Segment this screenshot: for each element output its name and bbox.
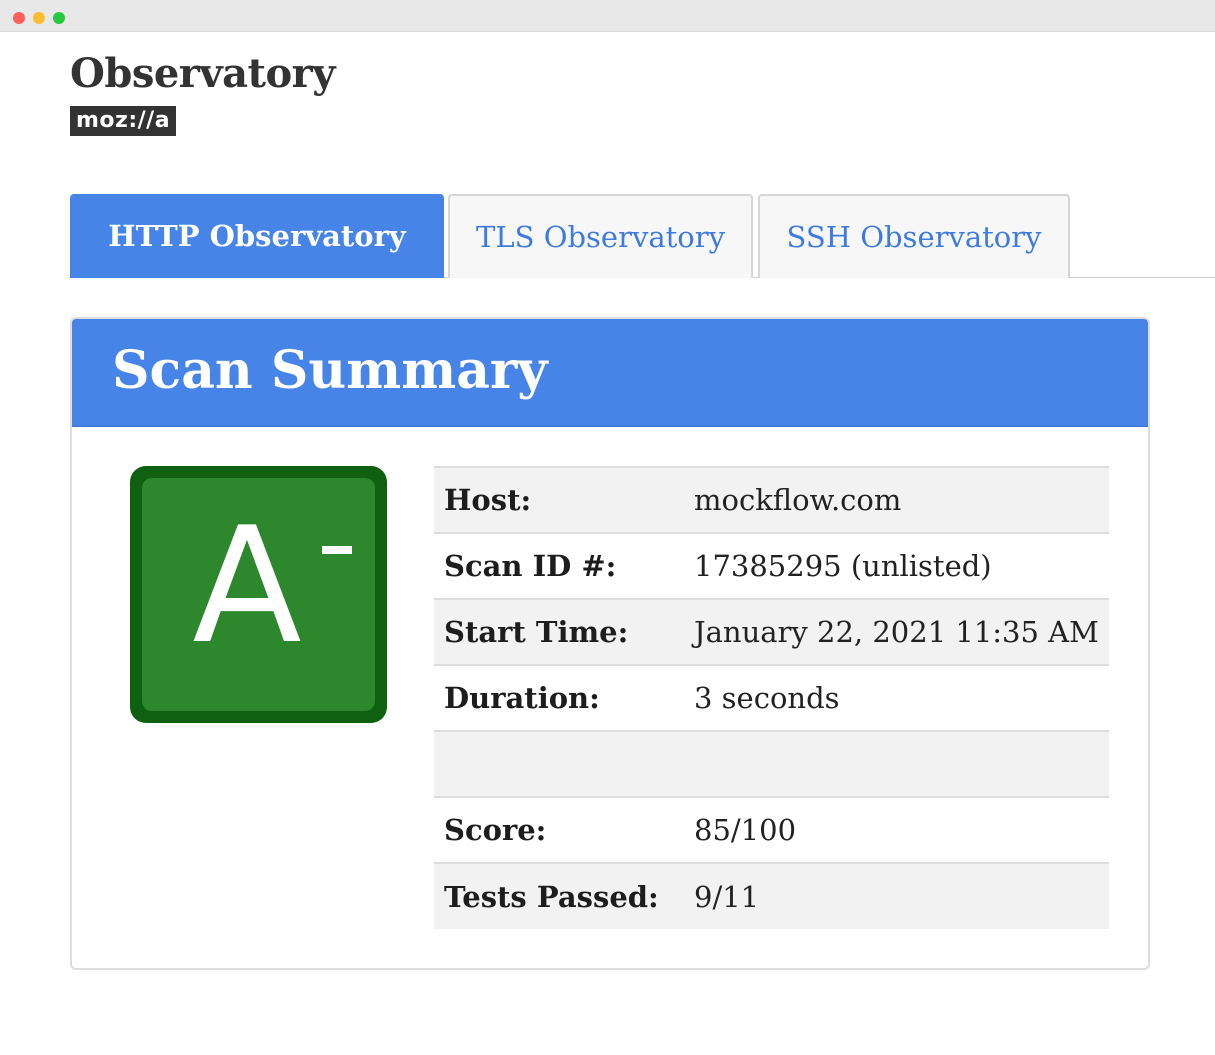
row-value: 9/11 [684, 862, 1109, 929]
row-value [684, 730, 1109, 797]
mozilla-logo[interactable]: moz://a [70, 106, 177, 136]
table-row: Duration: 3 seconds [434, 664, 1109, 731]
scan-summary-panel: Scan Summary A Host: mockflow.com Scan I… [70, 317, 1150, 970]
panel-title: Scan Summary [112, 340, 548, 401]
site-title[interactable]: Observatory [70, 50, 336, 97]
row-key: Tests Passed: [434, 862, 684, 929]
panel-header: Scan Summary [72, 319, 1148, 427]
grade-letter: A [192, 492, 302, 679]
tab-http-observatory[interactable]: HTTP Observatory [70, 194, 444, 278]
window-minimize-button[interactable] [33, 12, 45, 24]
grade-modifier [322, 546, 352, 554]
row-value: 17385295 (unlisted) [684, 532, 1109, 599]
row-value: January 22, 2021 11:35 AM [684, 598, 1109, 665]
scan-summary-table: Host: mockflow.com Scan ID #: 17385295 (… [434, 466, 1109, 929]
tab-tls-observatory[interactable]: TLS Observatory [448, 194, 753, 278]
row-key [434, 730, 684, 797]
table-row: Start Time: January 22, 2021 11:35 AM [434, 598, 1109, 665]
table-row: Scan ID #: 17385295 (unlisted) [434, 532, 1109, 599]
tab-ssh-observatory[interactable]: SSH Observatory [758, 194, 1070, 278]
row-key: Score: [434, 796, 684, 863]
row-key: Duration: [434, 664, 684, 731]
grade-badge: A [130, 466, 387, 723]
row-key: Host: [434, 466, 684, 533]
table-row: Host: mockflow.com [434, 466, 1109, 533]
row-key: Scan ID #: [434, 532, 684, 599]
table-row [434, 730, 1109, 797]
row-value: 85/100 [684, 796, 1109, 863]
table-row: Score: 85/100 [434, 796, 1109, 863]
window-close-button[interactable] [13, 12, 25, 24]
table-row: Tests Passed: 9/11 [434, 862, 1109, 929]
row-key: Start Time: [434, 598, 684, 665]
row-value: 3 seconds [684, 664, 1109, 731]
grade-badge-inner: A [142, 478, 375, 711]
row-value: mockflow.com [684, 466, 1109, 533]
observatory-tabs: HTTP Observatory TLS Observatory SSH Obs… [70, 194, 1215, 278]
window-maximize-button[interactable] [53, 12, 65, 24]
window-titlebar [0, 0, 1215, 32]
